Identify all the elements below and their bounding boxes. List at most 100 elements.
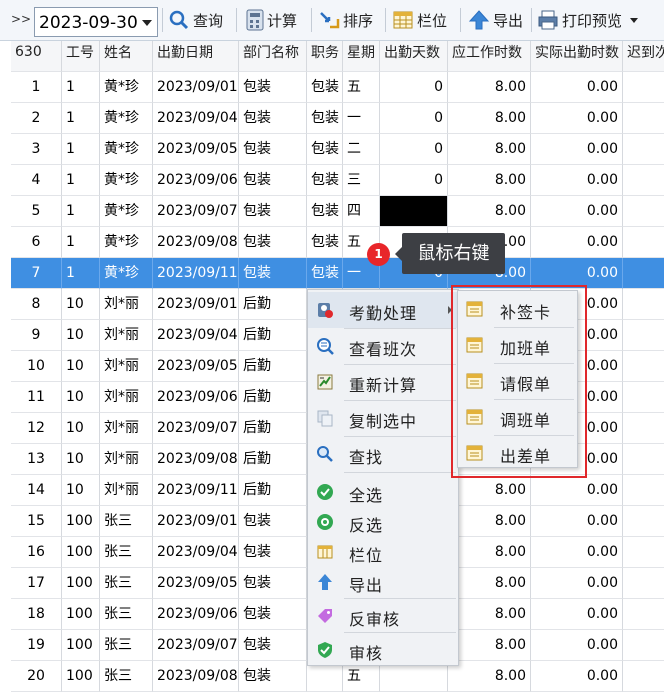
cell-name[interactable]: 张三 bbox=[100, 568, 153, 599]
table-row[interactable]: 5 1 黄*珍 2023/09/07 包装 包装四 8.00 0.00 bbox=[11, 196, 664, 227]
cell-late[interactable] bbox=[623, 320, 664, 351]
column-header-late[interactable]: 迟到次 bbox=[623, 41, 664, 72]
cell-id[interactable]: 100 bbox=[62, 506, 100, 537]
cell-id[interactable]: 10 bbox=[62, 320, 100, 351]
cell-date[interactable]: 2023/09/01 bbox=[153, 289, 239, 320]
print-preview-button[interactable]: 打印预览 bbox=[537, 5, 639, 35]
cell-date[interactable]: 2023/09/08 bbox=[153, 661, 239, 692]
cell-position[interactable]: 包装 bbox=[307, 72, 343, 103]
row-number[interactable]: 15 bbox=[11, 506, 62, 537]
menu-item-export[interactable]: 导出 bbox=[308, 564, 458, 600]
cell-late[interactable] bbox=[623, 72, 664, 103]
cell-days[interactable]: 0 bbox=[380, 103, 448, 134]
menu-item-approve[interactable]: 审核 bbox=[308, 632, 458, 668]
cell-late[interactable] bbox=[623, 661, 664, 692]
cell-date[interactable]: 2023/09/04 bbox=[153, 103, 239, 134]
cell-days[interactable]: 0 bbox=[380, 134, 448, 165]
cell-late[interactable] bbox=[623, 165, 664, 196]
cell-expected-hours[interactable]: 8.00 bbox=[448, 475, 531, 506]
cell-actual-hours[interactable]: 0.00 bbox=[531, 134, 623, 165]
submenu-item-overtime[interactable]: 加班单 bbox=[458, 327, 577, 363]
row-number[interactable]: 9 bbox=[11, 320, 62, 351]
cell-weekday[interactable]: 三 bbox=[343, 165, 380, 196]
cell-dept[interactable]: 包装 bbox=[239, 103, 307, 134]
column-header-id[interactable]: 工号 bbox=[62, 41, 100, 72]
cell-actual-hours[interactable]: 0.00 bbox=[531, 475, 623, 506]
calc-button[interactable]: 计算 bbox=[246, 5, 297, 35]
cell-weekday[interactable]: 五 bbox=[343, 72, 380, 103]
column-header-name[interactable]: 姓名 bbox=[100, 41, 153, 72]
cell-dept[interactable]: 包装 bbox=[239, 196, 307, 227]
row-number[interactable]: 10 bbox=[11, 351, 62, 382]
cell-actual-hours[interactable]: 0.00 bbox=[531, 258, 623, 289]
cell-date[interactable]: 2023/09/11 bbox=[153, 258, 239, 289]
column-header-days[interactable]: 出勤天数 bbox=[380, 41, 448, 72]
cell-id[interactable]: 10 bbox=[62, 475, 100, 506]
cell-dept[interactable]: 包装 bbox=[239, 506, 307, 537]
cell-dept[interactable]: 包装 bbox=[239, 661, 307, 692]
row-number[interactable]: 17 bbox=[11, 568, 62, 599]
cell-late[interactable] bbox=[623, 289, 664, 320]
cell-date[interactable]: 2023/09/08 bbox=[153, 444, 239, 475]
cell-name[interactable]: 黄*珍 bbox=[100, 165, 153, 196]
cell-late[interactable] bbox=[623, 134, 664, 165]
cell-late[interactable] bbox=[623, 227, 664, 258]
row-number[interactable]: 12 bbox=[11, 413, 62, 444]
cell-name[interactable]: 张三 bbox=[100, 537, 153, 568]
row-number[interactable]: 20 bbox=[11, 661, 62, 692]
cell-dept[interactable]: 包装 bbox=[239, 630, 307, 661]
cell-name[interactable]: 刘*丽 bbox=[100, 351, 153, 382]
cell-position[interactable]: 包装 bbox=[307, 196, 343, 227]
cell-date[interactable]: 2023/09/01 bbox=[153, 506, 239, 537]
cell-name[interactable]: 黄*珍 bbox=[100, 227, 153, 258]
row-number[interactable]: 1 bbox=[11, 72, 62, 103]
column-header-position[interactable]: 职务 bbox=[307, 41, 343, 72]
cell-name[interactable]: 刘*丽 bbox=[100, 289, 153, 320]
menu-item-attendance-processing[interactable]: 考勤处理 bbox=[308, 292, 458, 328]
cell-actual-hours[interactable]: 0.00 bbox=[531, 165, 623, 196]
cell-dept[interactable]: 后勤 bbox=[239, 413, 307, 444]
row-number[interactable]: 5 bbox=[11, 196, 62, 227]
cell-actual-hours[interactable]: 0.00 bbox=[531, 661, 623, 692]
cell-name[interactable]: 黄*珍 bbox=[100, 103, 153, 134]
cell-id[interactable]: 10 bbox=[62, 413, 100, 444]
cell-date[interactable]: 2023/09/06 bbox=[153, 382, 239, 413]
cell-expected-hours[interactable]: 8.00 bbox=[448, 196, 531, 227]
cell-late[interactable] bbox=[623, 475, 664, 506]
cell-actual-hours[interactable]: 0.00 bbox=[531, 568, 623, 599]
cell-name[interactable]: 张三 bbox=[100, 661, 153, 692]
cell-expected-hours[interactable]: 8.00 bbox=[448, 599, 531, 630]
export-button[interactable]: 导出 bbox=[468, 5, 523, 35]
cell-date[interactable]: 2023/09/04 bbox=[153, 320, 239, 351]
cell-date[interactable]: 2023/09/06 bbox=[153, 599, 239, 630]
column-header-dept[interactable]: 部门名称 bbox=[239, 41, 307, 72]
menu-item-find[interactable]: 查找 bbox=[308, 436, 458, 472]
table-row[interactable]: 71黄*珍2023/09/11包装包装一08.000.00 bbox=[11, 258, 664, 289]
cell-id[interactable]: 1 bbox=[62, 196, 100, 227]
cell-position[interactable]: 包装 bbox=[307, 103, 343, 134]
row-number[interactable]: 11 bbox=[11, 382, 62, 413]
cell-late[interactable] bbox=[623, 537, 664, 568]
cell-late[interactable] bbox=[623, 382, 664, 413]
table-row[interactable]: 4 1 黄*珍 2023/09/06 包装 包装三 0 8.00 0.00 bbox=[11, 165, 664, 196]
cell-dept[interactable]: 包装 bbox=[239, 568, 307, 599]
cell-dept[interactable]: 后勤 bbox=[239, 475, 307, 506]
cell-date[interactable]: 2023/09/05 bbox=[153, 134, 239, 165]
cell-date[interactable]: 2023/09/05 bbox=[153, 568, 239, 599]
table-row[interactable]: 6 1 黄*珍 2023/09/08 包装 包装五 8.00 0.00 bbox=[11, 227, 664, 258]
cell-late[interactable] bbox=[623, 568, 664, 599]
cell-name[interactable]: 刘*丽 bbox=[100, 382, 153, 413]
cell-id[interactable]: 10 bbox=[62, 444, 100, 475]
cell-name[interactable]: 刘*丽 bbox=[100, 444, 153, 475]
cell-actual-hours[interactable]: 0.00 bbox=[531, 630, 623, 661]
cell-id[interactable]: 1 bbox=[62, 227, 100, 258]
cell-name[interactable]: 张三 bbox=[100, 630, 153, 661]
cell-expected-hours[interactable]: 8.00 bbox=[448, 506, 531, 537]
sort-button[interactable]: 排序 bbox=[318, 5, 373, 35]
cell-id[interactable]: 100 bbox=[62, 599, 100, 630]
cell-expected-hours[interactable]: 8.00 bbox=[448, 661, 531, 692]
cell-dept[interactable]: 包装 bbox=[239, 227, 307, 258]
row-number[interactable]: 2 bbox=[11, 103, 62, 134]
cell-actual-hours[interactable]: 0.00 bbox=[531, 537, 623, 568]
row-number[interactable]: 4 bbox=[11, 165, 62, 196]
